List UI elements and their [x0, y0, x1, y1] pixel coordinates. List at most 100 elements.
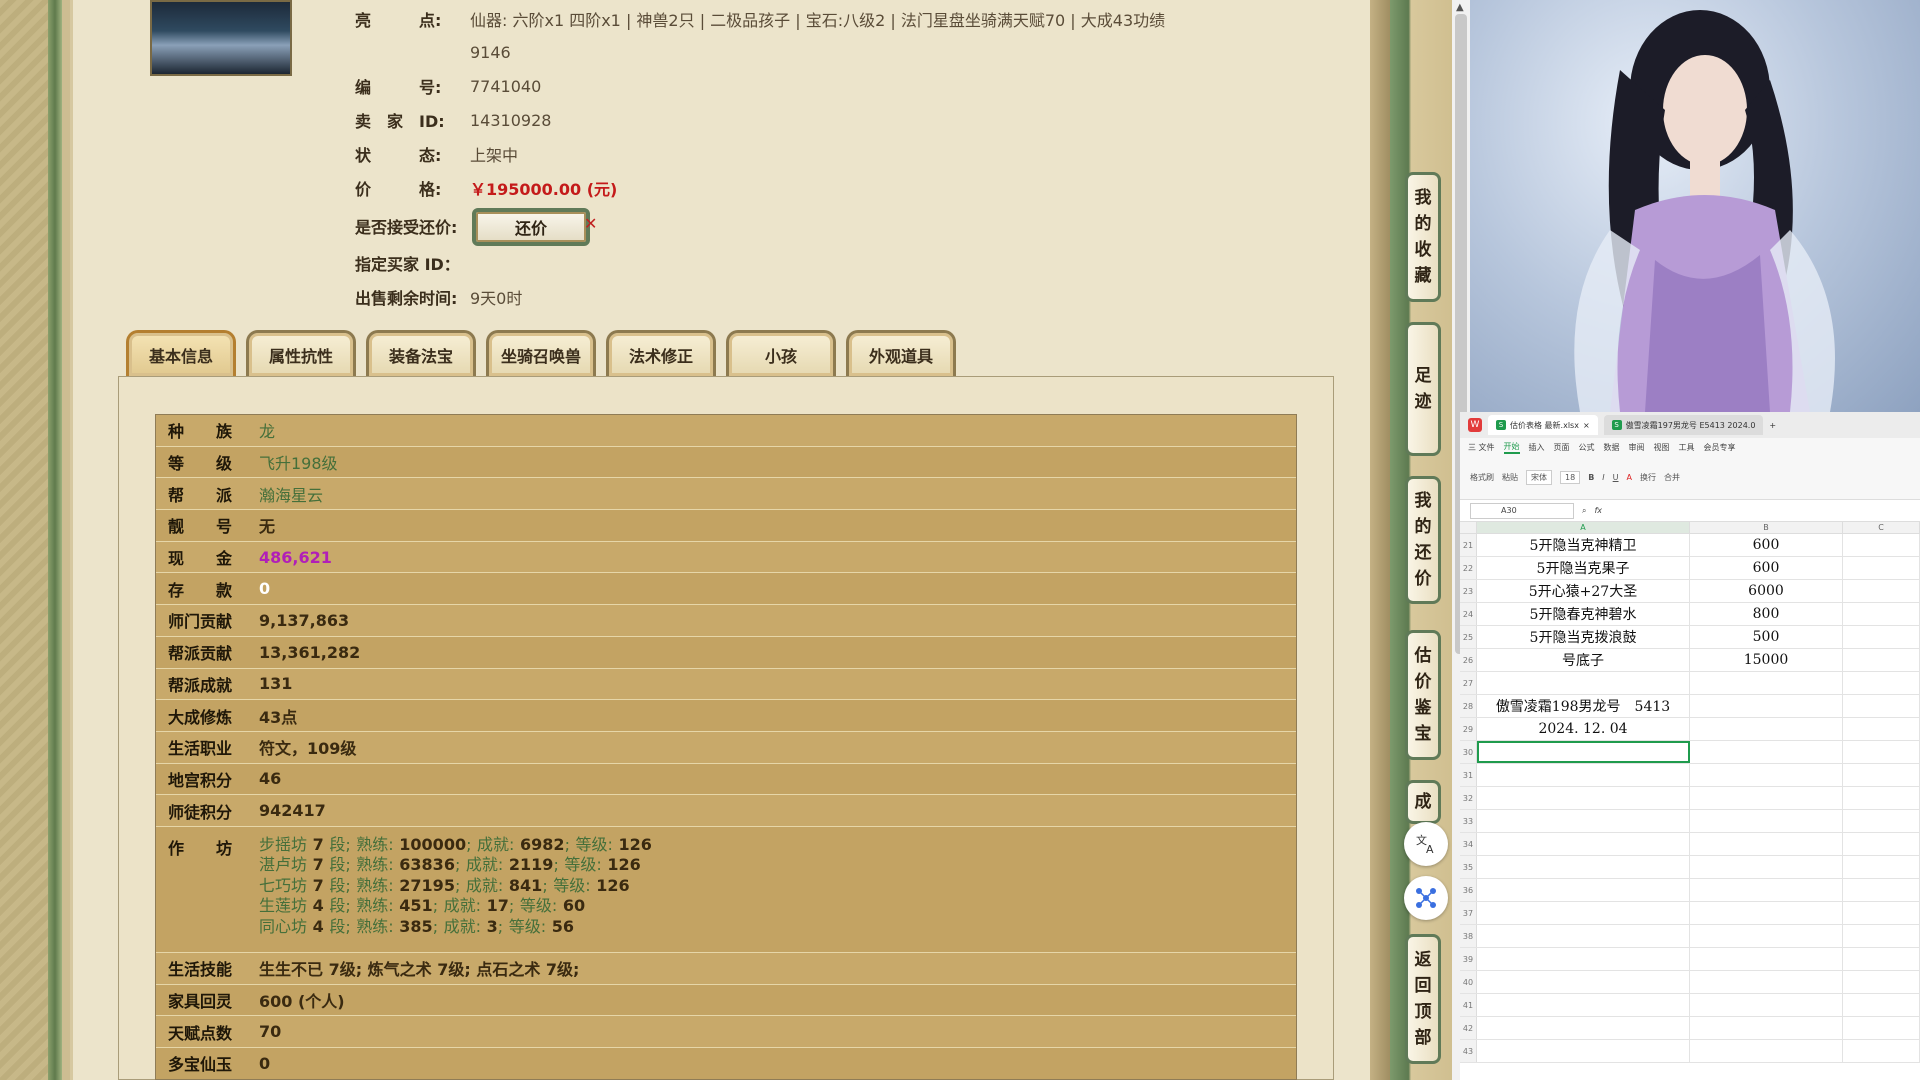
sheet-cell[interactable]	[1690, 902, 1843, 924]
row-number[interactable]: 39	[1460, 948, 1477, 970]
tab-appearance-items[interactable]: 外观道具	[846, 330, 956, 376]
format-painter-button[interactable]: 格式刷	[1470, 472, 1494, 483]
row-number[interactable]: 25	[1460, 626, 1477, 648]
sheet-cell[interactable]	[1843, 902, 1920, 924]
sheet-cell[interactable]	[1843, 580, 1920, 602]
row-number[interactable]: 38	[1460, 925, 1477, 947]
translate-icon[interactable]: 文A	[1404, 822, 1448, 866]
sheet-cell[interactable]: 5开隐当克拨浪鼓	[1477, 626, 1690, 648]
paste-button[interactable]: 粘贴	[1502, 472, 1518, 483]
sheet-cell[interactable]	[1843, 557, 1920, 579]
row-number[interactable]: 29	[1460, 718, 1477, 740]
sheet-cell[interactable]	[1477, 833, 1690, 855]
sheet-cell[interactable]: 傲雪凌霜198男龙号 5413	[1477, 695, 1690, 717]
sheet-cell[interactable]	[1477, 902, 1690, 924]
row-number[interactable]: 42	[1460, 1017, 1477, 1039]
row-number[interactable]: 27	[1460, 672, 1477, 694]
menu-file[interactable]: 三 文件	[1468, 442, 1495, 453]
my-offers-button[interactable]: 我的还价	[1405, 476, 1441, 604]
sheet-cell[interactable]	[1477, 810, 1690, 832]
bold-icon[interactable]: B	[1588, 473, 1594, 482]
close-icon[interactable]: ×	[1583, 421, 1590, 430]
row-number[interactable]: 34	[1460, 833, 1477, 855]
sheet-cell[interactable]: 15000	[1690, 649, 1843, 671]
underline-icon[interactable]: U	[1613, 473, 1619, 482]
menu-home[interactable]: 开始	[1503, 441, 1520, 454]
row-number[interactable]: 36	[1460, 879, 1477, 901]
row-number[interactable]: 43	[1460, 1040, 1477, 1062]
menu-data[interactable]: 数据	[1604, 442, 1620, 453]
sheet-cell[interactable]: 800	[1690, 603, 1843, 625]
row-number[interactable]: 40	[1460, 971, 1477, 993]
sheet-cell[interactable]	[1843, 764, 1920, 786]
sheet-cell[interactable]	[1843, 971, 1920, 993]
sheet-cell[interactable]	[1477, 948, 1690, 970]
tab-basic-info[interactable]: 基本信息	[126, 330, 236, 376]
sheet-cell[interactable]	[1843, 603, 1920, 625]
sheet-cell[interactable]	[1690, 695, 1843, 717]
scroll-up-arrow-icon[interactable]: ▲	[1456, 2, 1464, 13]
sheet-cell[interactable]	[1843, 833, 1920, 855]
sheet-cell[interactable]	[1477, 1017, 1690, 1039]
sheet-cell[interactable]: 500	[1690, 626, 1843, 648]
column-header-b[interactable]: B	[1690, 522, 1843, 533]
sheet-cell[interactable]	[1843, 925, 1920, 947]
selected-cell[interactable]	[1477, 741, 1690, 763]
menu-tools[interactable]: 工具	[1679, 442, 1695, 453]
menu-formula[interactable]: 公式	[1579, 442, 1595, 453]
sheet-cell[interactable]	[1843, 626, 1920, 648]
merge-button[interactable]: 合并	[1664, 472, 1680, 483]
row-number[interactable]: 21	[1460, 534, 1477, 556]
sheet-cell[interactable]	[1843, 534, 1920, 556]
sheet-cell[interactable]	[1843, 948, 1920, 970]
sheet-cell[interactable]	[1843, 649, 1920, 671]
sheet-cell[interactable]	[1690, 1017, 1843, 1039]
sheet-cell[interactable]	[1690, 879, 1843, 901]
tab-mounts-summons[interactable]: 坐骑召唤兽	[486, 330, 596, 376]
sheet-cell[interactable]	[1843, 787, 1920, 809]
sheet-cell[interactable]	[1690, 718, 1843, 740]
sheet-cell[interactable]	[1843, 672, 1920, 694]
sheet-cell[interactable]	[1690, 948, 1843, 970]
sheet-cell[interactable]	[1843, 994, 1920, 1016]
sheet-cell[interactable]	[1690, 856, 1843, 878]
row-number[interactable]: 41	[1460, 994, 1477, 1016]
sheet-cell[interactable]: 5开隐当克果子	[1477, 557, 1690, 579]
row-number[interactable]: 31	[1460, 764, 1477, 786]
italic-icon[interactable]: I	[1602, 473, 1604, 482]
deals-button[interactable]: 成	[1405, 780, 1441, 824]
sheet-cell[interactable]	[1690, 994, 1843, 1016]
menu-insert[interactable]: 插入	[1529, 442, 1545, 453]
sheet-cell[interactable]	[1690, 764, 1843, 786]
document-tab[interactable]: S 傲雪凌霜197男龙号 E5413 2024.0	[1603, 415, 1764, 435]
sheet-cell[interactable]	[1690, 672, 1843, 694]
tab-attributes-resistance[interactable]: 属性抗性	[246, 330, 356, 376]
row-number[interactable]: 23	[1460, 580, 1477, 602]
row-number[interactable]: 24	[1460, 603, 1477, 625]
row-number[interactable]: 28	[1460, 695, 1477, 717]
sheet-cell[interactable]: 600	[1690, 557, 1843, 579]
sheet-cell[interactable]	[1690, 833, 1843, 855]
row-number[interactable]: 30	[1460, 741, 1477, 763]
sheet-cell[interactable]	[1690, 971, 1843, 993]
sheet-cell[interactable]	[1843, 718, 1920, 740]
sheet-cell[interactable]	[1843, 1040, 1920, 1062]
row-number[interactable]: 37	[1460, 902, 1477, 924]
sheet-cell[interactable]	[1843, 695, 1920, 717]
sheet-cell[interactable]	[1843, 856, 1920, 878]
font-size-select[interactable]: 18	[1560, 471, 1581, 484]
row-number[interactable]: 33	[1460, 810, 1477, 832]
sheet-cell[interactable]	[1477, 787, 1690, 809]
sheet-cell[interactable]	[1477, 672, 1690, 694]
sheet-cell[interactable]	[1477, 1040, 1690, 1062]
sheet-cell[interactable]	[1477, 925, 1690, 947]
sheet-cell[interactable]: 2024. 12. 04	[1477, 718, 1690, 740]
counter-offer-button[interactable]: 还价	[472, 208, 590, 246]
sheet-cell[interactable]: 号底子	[1477, 649, 1690, 671]
sheet-cell[interactable]: 5开心猿+27大圣	[1477, 580, 1690, 602]
sheet-cell[interactable]	[1690, 810, 1843, 832]
footprints-button[interactable]: 足迹	[1405, 322, 1441, 456]
sheet-cell[interactable]	[1477, 971, 1690, 993]
menu-member[interactable]: 会员专享	[1704, 442, 1736, 453]
tab-equipment-treasure[interactable]: 装备法宝	[366, 330, 476, 376]
